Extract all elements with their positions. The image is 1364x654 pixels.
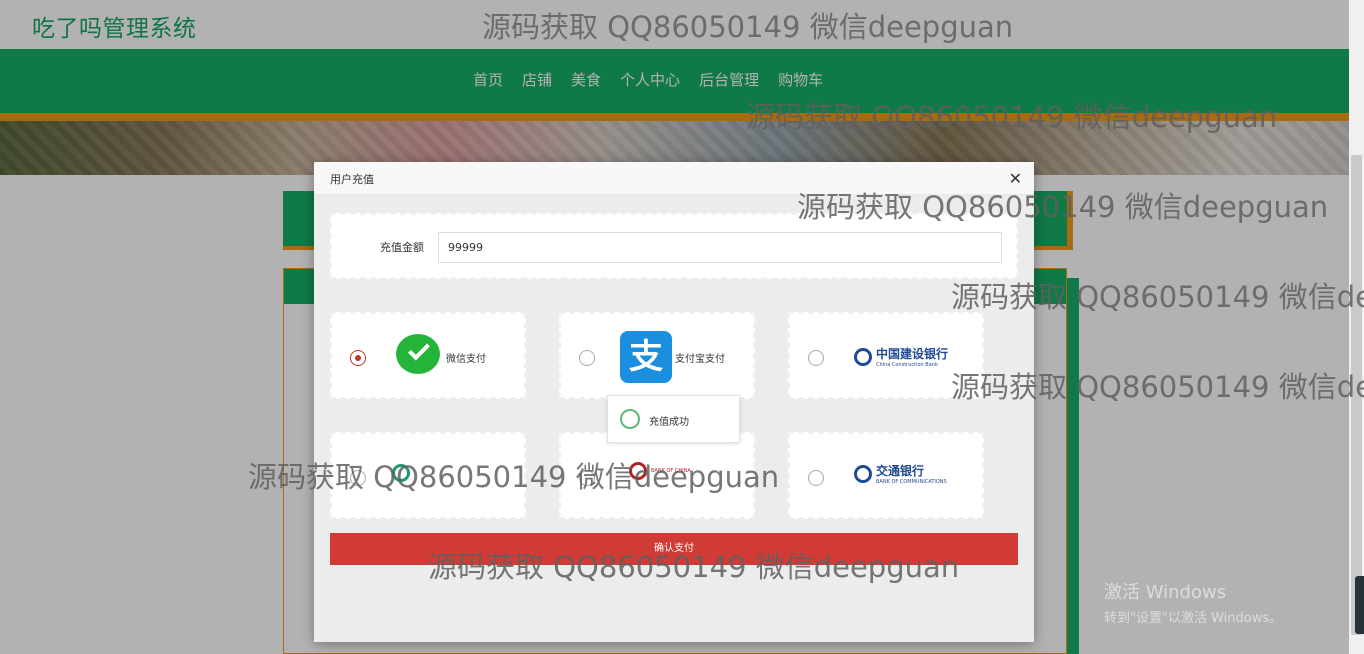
ccb-logo-icon: 中国建设银行 China Construction Bank: [854, 345, 948, 368]
watermark-text: 源码获取 QQ86050149 微信deepguan: [951, 280, 1364, 314]
pay-option-wechat[interactable]: 微信支付: [330, 312, 526, 399]
watermark-text: 源码获取 QQ86050149 微信deepguan: [951, 370, 1364, 404]
ccb-sub: China Construction Bank: [876, 362, 938, 368]
radio-wechat[interactable]: [350, 350, 366, 366]
pay-label-alipay: 支付宝支付: [675, 354, 725, 365]
bocom-name: 交通银行: [876, 464, 925, 478]
watermark-text: 源码获取 QQ86050149 微信deepguan: [797, 190, 1329, 224]
activation-line-1: 激活 Windows: [1104, 582, 1227, 603]
pay-label-wechat: 微信支付: [446, 354, 486, 365]
pay-option-bocom[interactable]: 交通银行 BANK OF COMMUNICATIONS: [788, 432, 984, 519]
watermark-text: 源码获取 QQ86050149 微信deepguan: [428, 550, 960, 584]
smile-icon: [620, 409, 640, 429]
pay-option-alipay[interactable]: 支 支付宝支付: [559, 312, 755, 399]
amount-input[interactable]: [438, 232, 1002, 263]
amount-label: 充值金额: [380, 241, 424, 254]
bocom-sub: BANK OF COMMUNICATIONS: [876, 479, 947, 485]
watermark-text: 源码获取 QQ86050149 微信deepguan: [248, 460, 780, 494]
dialog-title: 用户充值: [330, 173, 374, 186]
bocom-logo-icon: 交通银行 BANK OF COMMUNICATIONS: [854, 462, 947, 485]
activation-line-2: 转到"设置"以激活 Windows。: [1104, 611, 1283, 626]
watermark-text: 源码获取 QQ86050149 微信deepguan: [482, 10, 1014, 44]
alipay-icon: 支: [620, 331, 672, 383]
radio-bocom[interactable]: [808, 470, 824, 486]
windows-activation-notice: 激活 Windows 转到"设置"以激活 Windows。: [1104, 578, 1282, 626]
radio-ccb[interactable]: [808, 350, 824, 366]
toast-text: 充值成功: [649, 417, 689, 428]
wechat-pay-icon: [396, 334, 440, 374]
radio-alipay[interactable]: [579, 350, 595, 366]
success-toast: 充值成功: [607, 395, 740, 443]
ccb-name: 中国建设银行: [876, 347, 949, 361]
edge-widget[interactable]: [1355, 576, 1364, 634]
watermark-text: 源码获取 QQ86050149 微信deepguan: [746, 100, 1278, 134]
